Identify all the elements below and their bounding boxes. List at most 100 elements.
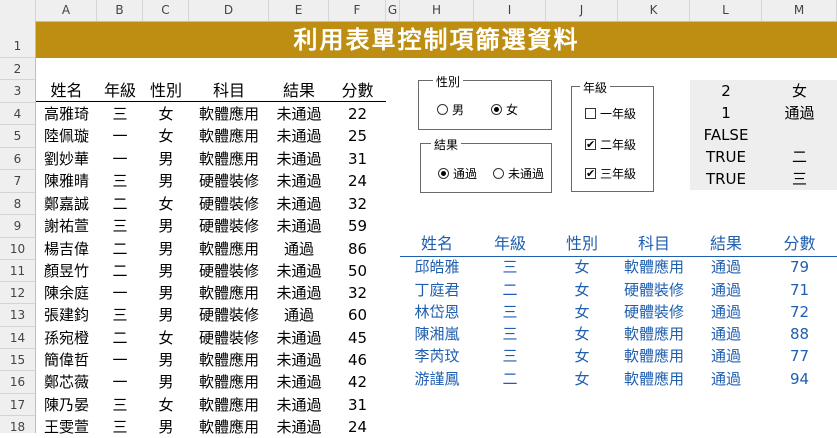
row-header[interactable]: 11 <box>0 260 35 282</box>
cell-gender: 女 <box>158 195 174 213</box>
cell-name: 孫宛橙 <box>43 329 89 347</box>
cell-grade: 一 <box>112 373 128 391</box>
cell-name: 鄭芯薇 <box>43 373 89 391</box>
row-header[interactable]: 2 <box>0 58 35 80</box>
filtered-cell-score: 88 <box>789 325 810 343</box>
row-header[interactable]: 5 <box>0 125 35 148</box>
row-header[interactable]: 13 <box>0 304 35 327</box>
row-header[interactable]: 15 <box>0 349 35 371</box>
gender-option-male[interactable]: 男 <box>437 101 464 118</box>
cell-subject: 軟體應用 <box>198 105 259 123</box>
row-header[interactable]: 16 <box>0 371 35 394</box>
cell-gender: 男 <box>158 172 174 190</box>
filtered-cell-result: 通過 <box>710 347 741 365</box>
row-header[interactable]: 8 <box>0 193 35 215</box>
column-header-i[interactable]: I <box>474 0 546 21</box>
cell-gender: 男 <box>158 240 174 258</box>
filtered-cell-result: 通過 <box>710 258 741 276</box>
column-header-l[interactable]: L <box>690 0 762 21</box>
filtered-cell-subject: 軟體應用 <box>623 258 684 276</box>
grade-option-2-label: 二年級 <box>600 138 637 152</box>
cell-result: 未通過 <box>276 373 322 391</box>
result-group-box: 結果 通過 未通過 <box>420 136 552 193</box>
cell-gender: 女 <box>158 127 174 145</box>
column-header-c[interactable]: C <box>143 0 189 21</box>
header-gender: 性別 <box>149 81 182 100</box>
row-header[interactable]: 17 <box>0 394 35 416</box>
cell-gender: 男 <box>158 373 174 391</box>
row-header[interactable]: 10 <box>0 238 35 260</box>
row-header[interactable]: 7 <box>0 170 35 193</box>
grade-option-1-label: 一年級 <box>600 107 637 121</box>
cell-grade: 一 <box>112 284 128 302</box>
column-header-g[interactable]: G <box>386 0 400 21</box>
radio-selected-icon <box>491 104 502 115</box>
filtered-cell-result: 通過 <box>710 325 741 343</box>
cell-grade: 三 <box>112 105 128 123</box>
gender-option-female[interactable]: 女 <box>491 101 518 118</box>
filtered-cell-gender: 女 <box>574 325 590 343</box>
cell-subject: 硬體裝修 <box>198 262 259 280</box>
checkbox-checked-icon: ✔ <box>585 138 596 151</box>
cell-gender: 男 <box>158 217 174 235</box>
row-header[interactable]: 4 <box>0 103 35 125</box>
checkbox-checked-icon: ✔ <box>585 167 596 180</box>
gender-group-box: 性別 男 女 <box>418 73 552 130</box>
header-subject: 科目 <box>212 81 245 100</box>
cell-grade: 二 <box>112 262 128 280</box>
row-header[interactable]: 3 <box>0 80 35 103</box>
cell-grade: 三 <box>112 306 128 324</box>
cell-subject: 硬體裝修 <box>198 195 259 213</box>
radio-selected-icon <box>438 168 449 179</box>
filtered-cell-name: 丁庭君 <box>414 281 460 299</box>
row-header[interactable]: 12 <box>0 282 35 304</box>
column-header-h[interactable]: H <box>400 0 474 21</box>
cell-score: 32 <box>347 195 368 213</box>
cell-gender: 女 <box>158 396 174 414</box>
column-header-j[interactable]: J <box>546 0 618 21</box>
linked-cell-l: TRUE <box>705 148 747 166</box>
cell-subject: 軟體應用 <box>198 396 259 414</box>
cell-gender: 男 <box>158 418 174 436</box>
linked-cell-l: 2 <box>721 82 731 100</box>
filtered-cell-score: 71 <box>789 281 810 299</box>
filtered-cell-score: 77 <box>789 347 810 365</box>
filtered-header-result: 結果 <box>709 234 742 253</box>
cell-score: 31 <box>347 150 368 168</box>
cell-score: 22 <box>347 105 368 123</box>
column-header-a[interactable]: A <box>36 0 97 21</box>
column-header-d[interactable]: D <box>189 0 269 21</box>
grade-option-3-label: 三年級 <box>600 167 637 181</box>
cell-grade: 二 <box>112 329 128 347</box>
column-header-f[interactable]: F <box>329 0 386 21</box>
cell-grade: 一 <box>112 150 128 168</box>
column-header-b[interactable]: B <box>97 0 143 21</box>
row-header[interactable]: 6 <box>0 148 35 170</box>
cell-name: 張建鈞 <box>43 306 89 324</box>
cell-score: 59 <box>347 217 368 235</box>
row-header[interactable]: 18 <box>0 416 35 434</box>
grade-option-3[interactable]: ✔ 三年級 <box>585 165 636 182</box>
grade-option-1[interactable]: 一年級 <box>585 105 636 122</box>
cell-result: 未通過 <box>276 150 322 168</box>
result-option-fail[interactable]: 未通過 <box>493 165 544 182</box>
cell-score: 24 <box>347 172 368 190</box>
linked-cell-m: 三 <box>791 170 807 188</box>
filtered-header-grade: 年級 <box>493 234 526 253</box>
result-option-pass[interactable]: 通過 <box>438 165 477 182</box>
cell-gender: 男 <box>158 262 174 280</box>
cell-result: 通過 <box>283 306 314 324</box>
column-header-e[interactable]: E <box>269 0 329 21</box>
row-header[interactable]: 9 <box>0 215 35 238</box>
row-header[interactable]: 1 <box>0 21 35 58</box>
row-header[interactable]: 14 <box>0 327 35 349</box>
filtered-cell-grade: 二 <box>502 281 518 299</box>
cell-result: 未通過 <box>276 284 322 302</box>
column-header-m[interactable]: M <box>762 0 837 21</box>
cell-result: 未通過 <box>276 418 322 436</box>
grade-option-2[interactable]: ✔ 二年級 <box>585 136 636 153</box>
select-all-corner[interactable] <box>0 0 36 21</box>
cell-grade: 三 <box>112 396 128 414</box>
column-header-k[interactable]: K <box>618 0 690 21</box>
header-name: 姓名 <box>50 81 83 100</box>
